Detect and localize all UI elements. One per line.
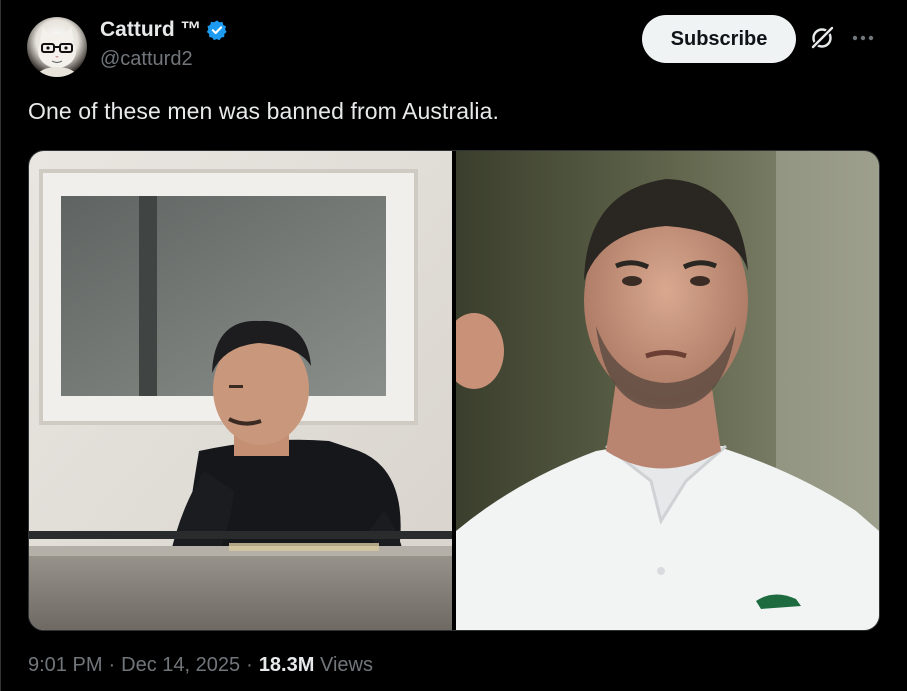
avatar[interactable] [27,17,87,77]
tweet-time[interactable]: 9:01 PM [28,654,102,677]
tweet-date[interactable]: Dec 14, 2025 [121,654,240,677]
author-handle[interactable]: @catturd2 [100,48,193,71]
photo-left[interactable] [29,151,452,630]
meta-separator-2: · [246,654,253,676]
tweet-meta: 9:01 PM · Dec 14, 2025 · 18.3M Views [28,654,373,677]
photo-tennis-player-icon [456,151,879,630]
verified-badge-icon [206,20,227,41]
media-grid [28,150,880,631]
photo-man-on-balcony-icon [29,151,452,630]
cat-avatar-icon [37,27,77,77]
photo-right[interactable] [456,151,879,630]
more-icon[interactable] [850,28,876,48]
grok-icon[interactable] [809,25,835,51]
author-display-name[interactable]: Catturd ™ [100,18,202,42]
subscribe-button[interactable]: Subscribe [642,15,796,63]
views-count: 18.3M [258,654,315,676]
author-name-row[interactable]: Catturd ™ [100,16,228,44]
views-label: Views [319,654,373,676]
meta-separator: · [108,654,116,676]
tweet-card: Catturd ™ @catturd2 Subscribe One of the… [0,0,907,691]
tweet-text: One of these men was banned from Austral… [28,98,499,124]
